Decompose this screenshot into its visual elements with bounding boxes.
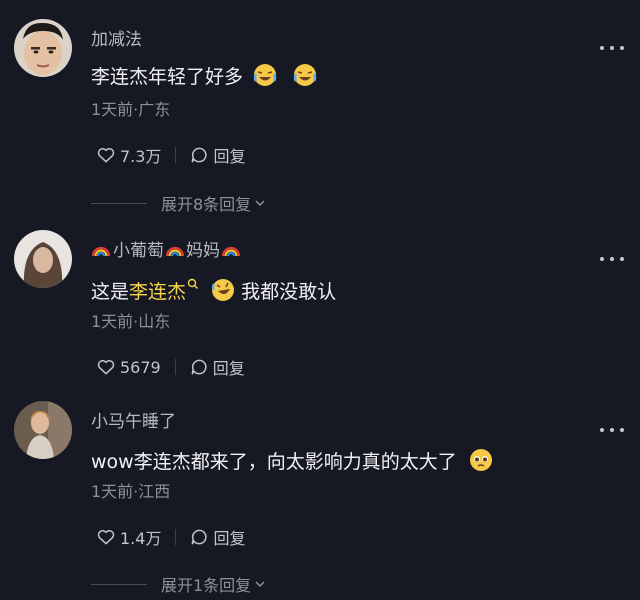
like-count: 7.3万	[120, 147, 162, 166]
reply-label: 回复	[213, 529, 246, 548]
like-count: 5679	[120, 357, 161, 377]
reply-bubble-icon	[192, 529, 208, 545]
reply-bubble-icon	[192, 147, 208, 163]
username[interactable]: 小葡萄 妈妈	[91, 240, 241, 266]
laugh-cry-emoji	[293, 63, 317, 94]
rainbow-emoji	[165, 240, 185, 266]
like-button[interactable]: 1.4万	[96, 525, 161, 549]
avatar[interactable]	[14, 19, 72, 77]
like-button[interactable]: 5679	[96, 357, 161, 377]
chevron-down-icon	[255, 200, 265, 207]
like-button[interactable]: 7.3万	[96, 143, 161, 167]
comment-item: 小马午睡了 wow李连杰都来了，向太影响力真的太大了 1天前·江西 1.4万 回…	[0, 390, 640, 600]
comment-actions: 1.4万 回复	[96, 525, 245, 549]
rolling-laugh-emoji	[211, 278, 235, 309]
comment-time-location: 1天前·山东	[91, 312, 171, 331]
reply-button[interactable]: 回复	[189, 355, 245, 379]
rainbow-emoji	[91, 240, 111, 266]
username-part: 小葡萄	[113, 241, 164, 261]
heart-icon	[97, 530, 115, 545]
reply-label: 回复	[213, 147, 246, 166]
expand-replies-label: 展开8条回复	[161, 195, 252, 214]
comment-text: 这是李连杰 我都没敢认	[91, 278, 336, 309]
username[interactable]: 加减法	[91, 29, 142, 51]
divider	[91, 583, 147, 585]
search-keyword-link[interactable]: 李连杰	[129, 281, 186, 303]
reply-button[interactable]: 回复	[189, 525, 245, 549]
comment-item: 小葡萄 妈妈 这是李连杰 我都没敢认 1天前·山东 5679 回复	[0, 220, 640, 390]
comment-text-body: 李连杰年轻了好多	[91, 66, 244, 88]
more-options-icon[interactable]	[600, 249, 624, 269]
comment-text-body: wow李连杰都来了，向太影响力真的太大了	[91, 451, 457, 473]
avatar[interactable]	[14, 401, 72, 459]
avatar[interactable]	[14, 230, 72, 288]
comment-time-location: 1天前·广东	[91, 100, 171, 119]
chevron-down-icon	[255, 581, 265, 588]
expand-replies-label: 展开1条回复	[161, 576, 252, 595]
reply-label: 回复	[212, 359, 245, 378]
divider	[175, 529, 177, 545]
heart-icon	[97, 148, 115, 163]
reply-button[interactable]: 回复	[189, 143, 245, 167]
search-icon	[187, 278, 199, 289]
comment-text: 李连杰年轻了好多	[91, 63, 317, 94]
divider	[174, 359, 176, 375]
divider	[91, 202, 147, 204]
laugh-cry-emoji	[253, 63, 277, 94]
more-options-icon[interactable]	[600, 420, 624, 440]
reply-bubble-icon	[191, 359, 207, 375]
comment-time-location: 1天前·江西	[91, 482, 171, 501]
comment-actions: 7.3万 回复	[96, 143, 245, 167]
heart-icon	[97, 360, 115, 375]
comment-item: 加减法 李连杰年轻了好多 1天前·广东 7.3万 回复 展开8条回复	[0, 0, 640, 220]
expand-replies[interactable]: 展开8条回复	[91, 192, 267, 214]
username-part: 妈妈	[186, 241, 220, 261]
comment-text-before: 这是	[91, 281, 130, 303]
pleading-face-emoji	[469, 448, 493, 479]
comment-actions: 5679 回复	[96, 355, 245, 379]
more-options-icon[interactable]	[600, 38, 624, 58]
username[interactable]: 小马午睡了	[91, 411, 176, 433]
expand-replies[interactable]: 展开1条回复	[91, 573, 267, 595]
comment-text-after: 我都没敢认	[241, 281, 337, 303]
comment-text: wow李连杰都来了，向太影响力真的太大了	[91, 448, 493, 479]
like-count: 1.4万	[120, 529, 162, 548]
divider	[175, 147, 177, 163]
rainbow-emoji	[221, 240, 241, 266]
